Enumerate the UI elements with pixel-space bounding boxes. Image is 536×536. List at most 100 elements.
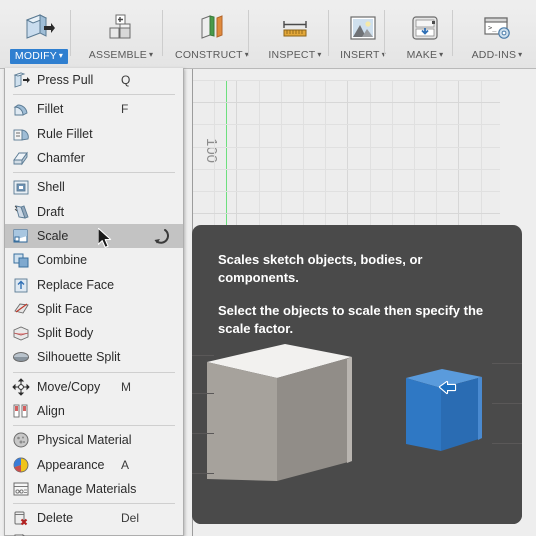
menu-item-physical-material[interactable]: Physical Material xyxy=(5,428,183,452)
grid-line-horizontal xyxy=(192,169,500,170)
chevron-down-icon[interactable]: ▾ xyxy=(317,50,321,59)
modify-press-pull-icon xyxy=(22,8,56,48)
application-window: 100 MODIFY ▾ ASSEMBLE ▾ CONSTRUCT ▾ INSPECT… xyxy=(0,0,536,536)
menu-item-label: Split Body xyxy=(37,326,94,341)
chevron-down-icon[interactable]: ▾ xyxy=(59,51,63,60)
toolbar-group-construct[interactable]: CONSTRUCT ▾ xyxy=(170,6,254,66)
dimension-label: 100 xyxy=(203,138,220,164)
move-copy-icon xyxy=(11,377,30,396)
menu-item-silhouette-split[interactable]: Silhouette Split xyxy=(5,345,183,369)
menu-separator xyxy=(13,172,175,174)
menu-item-label: Split Face xyxy=(37,301,93,316)
draft-icon xyxy=(11,202,30,221)
toolbar-group-label-text: INSPECT xyxy=(268,49,316,61)
toolbar-separator xyxy=(328,10,329,56)
split-face-icon xyxy=(11,299,30,318)
menu-item-press-pull[interactable]: Press Pull Q xyxy=(5,68,183,92)
two-cubes-scale-illustration xyxy=(192,333,522,524)
menu-item-shortcut: M xyxy=(121,379,131,394)
toolbar-group-label-text: ADD-INS xyxy=(471,49,517,61)
toolbar-separator xyxy=(162,10,163,56)
chevron-down-icon[interactable]: ▾ xyxy=(518,50,522,59)
toolbar-group-label-text: INSERT xyxy=(340,49,380,61)
menu-item-label: Replace Face xyxy=(37,277,115,292)
menu-item-fillet[interactable]: Fillet F xyxy=(5,97,183,121)
add-ins-script-icon: >_ xyxy=(480,8,514,48)
chamfer-icon xyxy=(11,149,30,168)
chevron-down-icon[interactable]: ▾ xyxy=(439,50,443,59)
grid-line-horizontal xyxy=(192,147,500,148)
menu-item-label: Draft xyxy=(37,204,65,219)
menu-item-draft[interactable]: Draft xyxy=(5,199,183,223)
menu-separator xyxy=(13,94,175,96)
menu-item-shortcut: F xyxy=(121,102,129,117)
menu-item-delete[interactable]: Delete Del xyxy=(5,506,183,530)
command-tooltip: Scales sketch objects, bodies, or compon… xyxy=(192,225,522,524)
menu-separator xyxy=(13,371,175,373)
tooltip-text: Scales sketch objects, bodies, or compon… xyxy=(192,225,522,337)
measure-ruler-icon xyxy=(278,8,312,48)
toolbar-group-label: CONSTRUCT ▾ xyxy=(175,49,249,61)
menu-item-label: Combine xyxy=(37,253,88,268)
menu-item-rule-fillet[interactable]: Rule Fillet xyxy=(5,122,183,146)
menu-item-compute-all[interactable]: Compute AllCtrl+B xyxy=(5,530,183,536)
make-3d-print-icon xyxy=(408,8,442,48)
assemble-icon xyxy=(104,8,138,48)
grid-line-horizontal xyxy=(192,102,500,103)
toolbar-separator xyxy=(70,10,71,56)
shell-icon xyxy=(11,178,30,197)
appearance-icon xyxy=(11,455,30,474)
menu-item-move-copy[interactable]: Move/Copy M xyxy=(5,375,183,399)
physical-material-icon xyxy=(11,431,30,450)
rule-fillet-icon xyxy=(11,124,30,143)
chevron-down-icon[interactable]: ▾ xyxy=(149,50,153,59)
menu-item-shortcut: Del xyxy=(121,511,140,526)
toolbar-group-label: ASSEMBLE ▾ xyxy=(89,49,153,61)
fillet-icon xyxy=(11,100,30,119)
menu-item-align[interactable]: Align xyxy=(5,399,183,423)
menu-item-label: Shell xyxy=(37,180,65,195)
replace-face-icon xyxy=(11,275,30,294)
toolbar-group-modify[interactable]: MODIFY ▾ xyxy=(6,6,72,66)
tooltip-summary: Scales sketch objects, bodies, or compon… xyxy=(218,252,423,285)
press-pull-icon xyxy=(11,71,30,90)
menu-item-label: Physical Material xyxy=(37,433,132,448)
toolbar-group-inspect[interactable]: INSPECT ▾ xyxy=(256,6,334,66)
menu-item-shortcut: A xyxy=(121,457,130,472)
modify-dropdown-menu[interactable]: Press Pull Q Fillet F Rule Fillet Chamfer … xyxy=(4,68,184,536)
toolbar-group-add-ins[interactable]: >_ ADD-INS ▾ xyxy=(460,6,534,66)
toolbar-group-make[interactable]: MAKE ▾ xyxy=(392,6,458,66)
menu-item-split-body[interactable]: Split Body xyxy=(5,321,183,345)
menu-item-shell[interactable]: Shell xyxy=(5,175,183,199)
grid-line-horizontal xyxy=(192,191,500,192)
toolbar-group-label-text: MODIFY xyxy=(14,50,57,62)
toolbar-group-insert[interactable]: INSERT▾ xyxy=(336,6,390,66)
toolbar-separator xyxy=(248,10,249,56)
cubes-svg xyxy=(207,344,482,481)
toolbar-group-assemble[interactable]: ASSEMBLE ▾ xyxy=(78,6,164,66)
menu-item-scale[interactable]: Scale xyxy=(5,223,183,249)
grid-line-horizontal xyxy=(192,80,500,81)
toolbar-group-label: MODIFY ▾ xyxy=(9,49,69,64)
menu-item-chamfer[interactable]: Chamfer xyxy=(5,146,183,170)
menu-item-combine[interactable]: Combine xyxy=(5,248,183,272)
split-body-icon xyxy=(11,324,30,343)
busy-spinner-icon xyxy=(151,227,169,245)
ribbon-toolbar: MODIFY ▾ ASSEMBLE ▾ CONSTRUCT ▾ INSPECT ▾ IN… xyxy=(0,0,536,69)
toolbar-group-label-text: ASSEMBLE xyxy=(88,49,147,61)
grid-line-horizontal xyxy=(192,213,500,214)
menu-item-label: Manage Materials xyxy=(37,481,137,496)
scale-icon xyxy=(11,226,30,245)
toolbar-group-label: ADD-INS ▾ xyxy=(472,49,523,61)
toolbar-group-label: MAKE ▾ xyxy=(407,49,444,61)
tooltip-description: Select the objects to scale then specify… xyxy=(218,303,484,336)
menu-item-replace-face[interactable]: Replace Face xyxy=(5,272,183,296)
menu-separator xyxy=(13,503,175,505)
construct-plane-icon xyxy=(195,8,229,48)
menu-separator xyxy=(13,425,175,427)
svg-text:>_: >_ xyxy=(488,24,497,32)
menu-item-manage-materials[interactable]: Manage Materials xyxy=(5,477,183,501)
menu-item-appearance[interactable]: Appearance A xyxy=(5,452,183,476)
menu-item-shortcut: Q xyxy=(121,73,131,88)
menu-item-split-face[interactable]: Split Face xyxy=(5,297,183,321)
